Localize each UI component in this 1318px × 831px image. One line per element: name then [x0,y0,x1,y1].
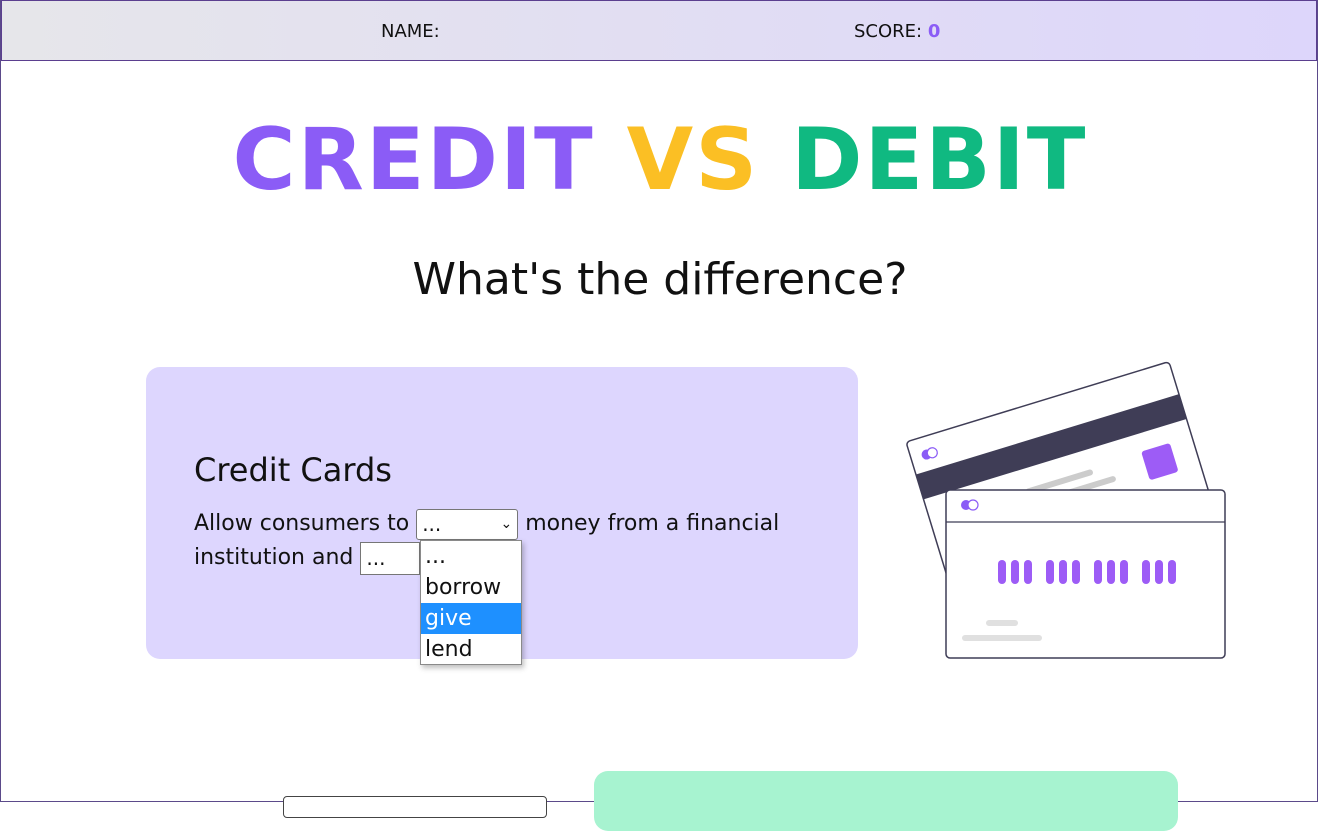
verb-select[interactable]: ... ⌄ [416,508,519,540]
dropdown-option-highlighted[interactable]: give [421,603,521,634]
page-subtitle: What's the difference? [412,254,908,305]
title-debit: DEBIT [791,110,1088,210]
dropdown-option[interactable]: lend [421,634,521,665]
chevron-down-icon: ⌄ [500,515,513,532]
credit-cards-heading: Credit Cards [194,451,392,489]
sentence-part-1: Allow consumers to [194,511,410,536]
next-section-input[interactable] [283,796,547,818]
score-label: SCORE: [854,21,923,42]
debit-cards-panel [594,771,1178,831]
name-label: NAME: [381,21,440,42]
score-value: 0 [927,21,941,42]
page-title: CREDIT VS DEBIT [1,110,1318,210]
second-blank-value: ... [366,545,386,570]
dropdown-option[interactable]: ... [421,541,521,572]
verb-dropdown-list: ... borrow give lend [420,540,522,665]
title-vs: VS [626,110,760,210]
top-bar: NAME: SCORE: 0 [1,0,1317,61]
dropdown-option[interactable]: borrow [421,572,521,603]
second-blank-select[interactable]: ... [360,541,421,575]
score-display: SCORE: 0 [854,21,940,42]
title-credit: CREDIT [232,110,595,210]
verb-select-value: ... [422,511,442,536]
credit-cards-illustration [906,361,1226,659]
